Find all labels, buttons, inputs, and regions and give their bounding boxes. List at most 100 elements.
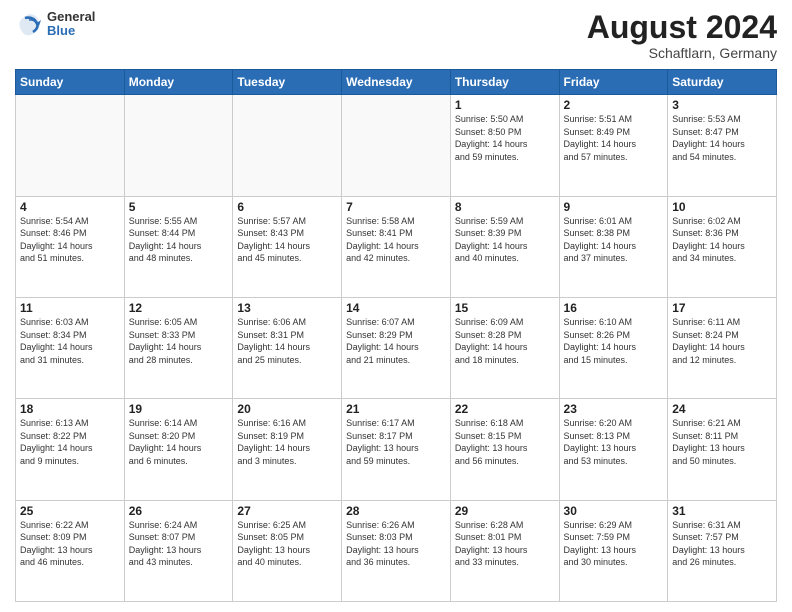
table-row: 18Sunrise: 6:13 AM Sunset: 8:22 PM Dayli… <box>16 399 125 500</box>
table-row <box>342 95 451 196</box>
cell-info: Sunrise: 6:26 AM Sunset: 8:03 PM Dayligh… <box>346 519 446 569</box>
table-row: 6Sunrise: 5:57 AM Sunset: 8:43 PM Daylig… <box>233 196 342 297</box>
table-row: 23Sunrise: 6:20 AM Sunset: 8:13 PM Dayli… <box>559 399 668 500</box>
cell-info: Sunrise: 6:24 AM Sunset: 8:07 PM Dayligh… <box>129 519 229 569</box>
logo-line2: Blue <box>47 24 95 38</box>
day-number: 8 <box>455 200 555 214</box>
cell-info: Sunrise: 6:13 AM Sunset: 8:22 PM Dayligh… <box>20 417 120 467</box>
table-row: 25Sunrise: 6:22 AM Sunset: 8:09 PM Dayli… <box>16 500 125 601</box>
cell-info: Sunrise: 5:50 AM Sunset: 8:50 PM Dayligh… <box>455 113 555 163</box>
cell-info: Sunrise: 6:21 AM Sunset: 8:11 PM Dayligh… <box>672 417 772 467</box>
day-number: 13 <box>237 301 337 315</box>
header-saturday: Saturday <box>668 70 777 95</box>
cell-info: Sunrise: 5:58 AM Sunset: 8:41 PM Dayligh… <box>346 215 446 265</box>
table-row: 21Sunrise: 6:17 AM Sunset: 8:17 PM Dayli… <box>342 399 451 500</box>
cell-info: Sunrise: 6:22 AM Sunset: 8:09 PM Dayligh… <box>20 519 120 569</box>
cell-info: Sunrise: 5:51 AM Sunset: 8:49 PM Dayligh… <box>564 113 664 163</box>
day-number: 21 <box>346 402 446 416</box>
calendar-week-row: 1Sunrise: 5:50 AM Sunset: 8:50 PM Daylig… <box>16 95 777 196</box>
table-row: 22Sunrise: 6:18 AM Sunset: 8:15 PM Dayli… <box>450 399 559 500</box>
cell-info: Sunrise: 6:05 AM Sunset: 8:33 PM Dayligh… <box>129 316 229 366</box>
day-number: 29 <box>455 504 555 518</box>
table-row: 31Sunrise: 6:31 AM Sunset: 7:57 PM Dayli… <box>668 500 777 601</box>
table-row: 5Sunrise: 5:55 AM Sunset: 8:44 PM Daylig… <box>124 196 233 297</box>
day-number: 3 <box>672 98 772 112</box>
table-row: 12Sunrise: 6:05 AM Sunset: 8:33 PM Dayli… <box>124 297 233 398</box>
title-area: August 2024 Schaftlarn, Germany <box>587 10 777 61</box>
day-number: 6 <box>237 200 337 214</box>
calendar-week-row: 18Sunrise: 6:13 AM Sunset: 8:22 PM Dayli… <box>16 399 777 500</box>
day-number: 1 <box>455 98 555 112</box>
cell-info: Sunrise: 6:17 AM Sunset: 8:17 PM Dayligh… <box>346 417 446 467</box>
location: Schaftlarn, Germany <box>587 45 777 61</box>
day-number: 31 <box>672 504 772 518</box>
table-row: 16Sunrise: 6:10 AM Sunset: 8:26 PM Dayli… <box>559 297 668 398</box>
table-row: 3Sunrise: 5:53 AM Sunset: 8:47 PM Daylig… <box>668 95 777 196</box>
table-row: 28Sunrise: 6:26 AM Sunset: 8:03 PM Dayli… <box>342 500 451 601</box>
table-row: 30Sunrise: 6:29 AM Sunset: 7:59 PM Dayli… <box>559 500 668 601</box>
table-row: 10Sunrise: 6:02 AM Sunset: 8:36 PM Dayli… <box>668 196 777 297</box>
table-row: 4Sunrise: 5:54 AM Sunset: 8:46 PM Daylig… <box>16 196 125 297</box>
table-row: 27Sunrise: 6:25 AM Sunset: 8:05 PM Dayli… <box>233 500 342 601</box>
day-number: 20 <box>237 402 337 416</box>
day-number: 24 <box>672 402 772 416</box>
day-number: 14 <box>346 301 446 315</box>
cell-info: Sunrise: 6:14 AM Sunset: 8:20 PM Dayligh… <box>129 417 229 467</box>
calendar-table: Sunday Monday Tuesday Wednesday Thursday… <box>15 69 777 602</box>
table-row: 1Sunrise: 5:50 AM Sunset: 8:50 PM Daylig… <box>450 95 559 196</box>
cell-info: Sunrise: 5:53 AM Sunset: 8:47 PM Dayligh… <box>672 113 772 163</box>
cell-info: Sunrise: 6:20 AM Sunset: 8:13 PM Dayligh… <box>564 417 664 467</box>
cell-info: Sunrise: 5:59 AM Sunset: 8:39 PM Dayligh… <box>455 215 555 265</box>
day-number: 17 <box>672 301 772 315</box>
weekday-header-row: Sunday Monday Tuesday Wednesday Thursday… <box>16 70 777 95</box>
day-number: 15 <box>455 301 555 315</box>
cell-info: Sunrise: 6:16 AM Sunset: 8:19 PM Dayligh… <box>237 417 337 467</box>
table-row <box>124 95 233 196</box>
calendar-week-row: 25Sunrise: 6:22 AM Sunset: 8:09 PM Dayli… <box>16 500 777 601</box>
table-row: 7Sunrise: 5:58 AM Sunset: 8:41 PM Daylig… <box>342 196 451 297</box>
day-number: 4 <box>20 200 120 214</box>
day-number: 22 <box>455 402 555 416</box>
logo-text: General Blue <box>47 10 95 39</box>
day-number: 10 <box>672 200 772 214</box>
day-number: 11 <box>20 301 120 315</box>
table-row: 17Sunrise: 6:11 AM Sunset: 8:24 PM Dayli… <box>668 297 777 398</box>
day-number: 28 <box>346 504 446 518</box>
cell-info: Sunrise: 6:02 AM Sunset: 8:36 PM Dayligh… <box>672 215 772 265</box>
header-monday: Monday <box>124 70 233 95</box>
logo-line1: General <box>47 10 95 24</box>
table-row: 14Sunrise: 6:07 AM Sunset: 8:29 PM Dayli… <box>342 297 451 398</box>
cell-info: Sunrise: 6:10 AM Sunset: 8:26 PM Dayligh… <box>564 316 664 366</box>
table-row: 2Sunrise: 5:51 AM Sunset: 8:49 PM Daylig… <box>559 95 668 196</box>
header-wednesday: Wednesday <box>342 70 451 95</box>
cell-info: Sunrise: 6:29 AM Sunset: 7:59 PM Dayligh… <box>564 519 664 569</box>
day-number: 25 <box>20 504 120 518</box>
cell-info: Sunrise: 6:25 AM Sunset: 8:05 PM Dayligh… <box>237 519 337 569</box>
cell-info: Sunrise: 6:03 AM Sunset: 8:34 PM Dayligh… <box>20 316 120 366</box>
day-number: 27 <box>237 504 337 518</box>
calendar-week-row: 4Sunrise: 5:54 AM Sunset: 8:46 PM Daylig… <box>16 196 777 297</box>
table-row: 13Sunrise: 6:06 AM Sunset: 8:31 PM Dayli… <box>233 297 342 398</box>
table-row: 19Sunrise: 6:14 AM Sunset: 8:20 PM Dayli… <box>124 399 233 500</box>
day-number: 16 <box>564 301 664 315</box>
header-thursday: Thursday <box>450 70 559 95</box>
table-row: 20Sunrise: 6:16 AM Sunset: 8:19 PM Dayli… <box>233 399 342 500</box>
day-number: 2 <box>564 98 664 112</box>
table-row: 15Sunrise: 6:09 AM Sunset: 8:28 PM Dayli… <box>450 297 559 398</box>
day-number: 7 <box>346 200 446 214</box>
logo-icon <box>15 10 43 38</box>
cell-info: Sunrise: 6:07 AM Sunset: 8:29 PM Dayligh… <box>346 316 446 366</box>
table-row: 26Sunrise: 6:24 AM Sunset: 8:07 PM Dayli… <box>124 500 233 601</box>
calendar-week-row: 11Sunrise: 6:03 AM Sunset: 8:34 PM Dayli… <box>16 297 777 398</box>
table-row: 24Sunrise: 6:21 AM Sunset: 8:11 PM Dayli… <box>668 399 777 500</box>
day-number: 19 <box>129 402 229 416</box>
table-row <box>16 95 125 196</box>
header-tuesday: Tuesday <box>233 70 342 95</box>
table-row: 11Sunrise: 6:03 AM Sunset: 8:34 PM Dayli… <box>16 297 125 398</box>
logo: General Blue <box>15 10 95 39</box>
month-year: August 2024 <box>587 10 777 45</box>
table-row: 9Sunrise: 6:01 AM Sunset: 8:38 PM Daylig… <box>559 196 668 297</box>
day-number: 12 <box>129 301 229 315</box>
header-sunday: Sunday <box>16 70 125 95</box>
header: General Blue August 2024 Schaftlarn, Ger… <box>15 10 777 61</box>
